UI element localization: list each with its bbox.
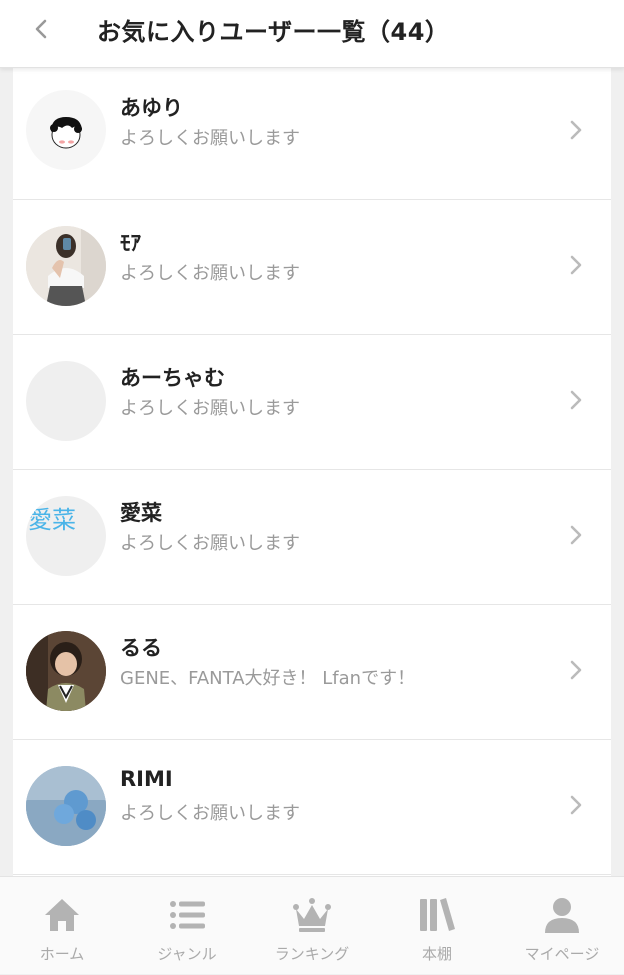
avatar-photo [26, 766, 106, 846]
avatar-illustration [50, 117, 82, 149]
chevron-right-icon [566, 118, 586, 142]
back-button[interactable] [26, 14, 56, 44]
tab-label: ホーム [39, 945, 85, 963]
favorite-user-list: あゆり よろしくお願いします ﾓｱ よろしくお願いします あーちゃむ よろしくお… [13, 68, 611, 876]
user-description: よろしくお願いします [120, 263, 300, 284]
avatar [26, 226, 106, 306]
user-description: よろしくお願いします [120, 803, 300, 824]
list-item[interactable]: ﾓｱ よろしくお願いします [13, 200, 611, 335]
user-name: 愛菜 [120, 501, 162, 525]
tab-bookshelf[interactable]: 本棚 [375, 877, 499, 975]
user-description: よろしくお願いします [120, 398, 300, 419]
user-description: よろしくお願いします [120, 128, 300, 149]
list-item[interactable]: 愛菜 愛菜 よろしくお願いします [13, 470, 611, 605]
avatar [26, 90, 106, 170]
tab-label: 本棚 [421, 945, 452, 963]
home-icon [0, 893, 124, 937]
avatar: 愛菜 [26, 496, 106, 576]
crown-icon [250, 893, 374, 937]
page-title: お気に入りユーザー一覧（44） [97, 18, 450, 46]
chevron-right-icon [566, 388, 586, 412]
user-name: RIMI [120, 767, 173, 791]
chevron-right-icon [566, 793, 586, 817]
list-item[interactable]: あーちゃむ よろしくお願いします [13, 335, 611, 470]
avatar-text: 愛菜 [28, 506, 76, 534]
user-name: るる [120, 636, 162, 660]
avatar [26, 766, 106, 846]
list-item[interactable]: RIMI よろしくお願いします [13, 740, 611, 875]
avatar-photo [26, 631, 106, 711]
tab-label: マイページ [524, 945, 600, 963]
user-description: GENE、FANTA大好き！ Lfanです！ [120, 668, 416, 689]
list-item[interactable]: るる GENE、FANTA大好き！ Lfanです！ [13, 605, 611, 740]
avatar [26, 361, 106, 441]
user-name: あゆり [120, 96, 183, 120]
chevron-right-icon [566, 523, 586, 547]
user-name: ﾓｱ [120, 231, 141, 255]
chevron-right-icon [566, 253, 586, 277]
user-name: あーちゃむ [120, 366, 225, 390]
person-icon [500, 893, 624, 937]
tab-home[interactable]: ホーム [0, 877, 124, 975]
avatar-photo [26, 226, 106, 306]
tab-label: ジャンル [157, 945, 217, 963]
tab-label: ランキング [274, 945, 350, 963]
avatar [26, 631, 106, 711]
app-header: お気に入りユーザー一覧（44） [0, 0, 624, 68]
bottom-tab-bar: ホーム ジャンル ランキング 本棚 マイページ [0, 876, 624, 974]
list-item[interactable]: あゆり よろしくお願いします [13, 68, 611, 200]
tab-ranking[interactable]: ランキング [250, 877, 374, 975]
list-icon [125, 893, 249, 937]
chevron-right-icon [566, 658, 586, 682]
tab-mypage[interactable]: マイページ [500, 877, 624, 975]
tab-genre[interactable]: ジャンル [125, 877, 249, 975]
bookshelf-icon [375, 893, 499, 937]
user-description: よろしくお願いします [120, 533, 300, 554]
chevron-left-icon [35, 19, 47, 39]
